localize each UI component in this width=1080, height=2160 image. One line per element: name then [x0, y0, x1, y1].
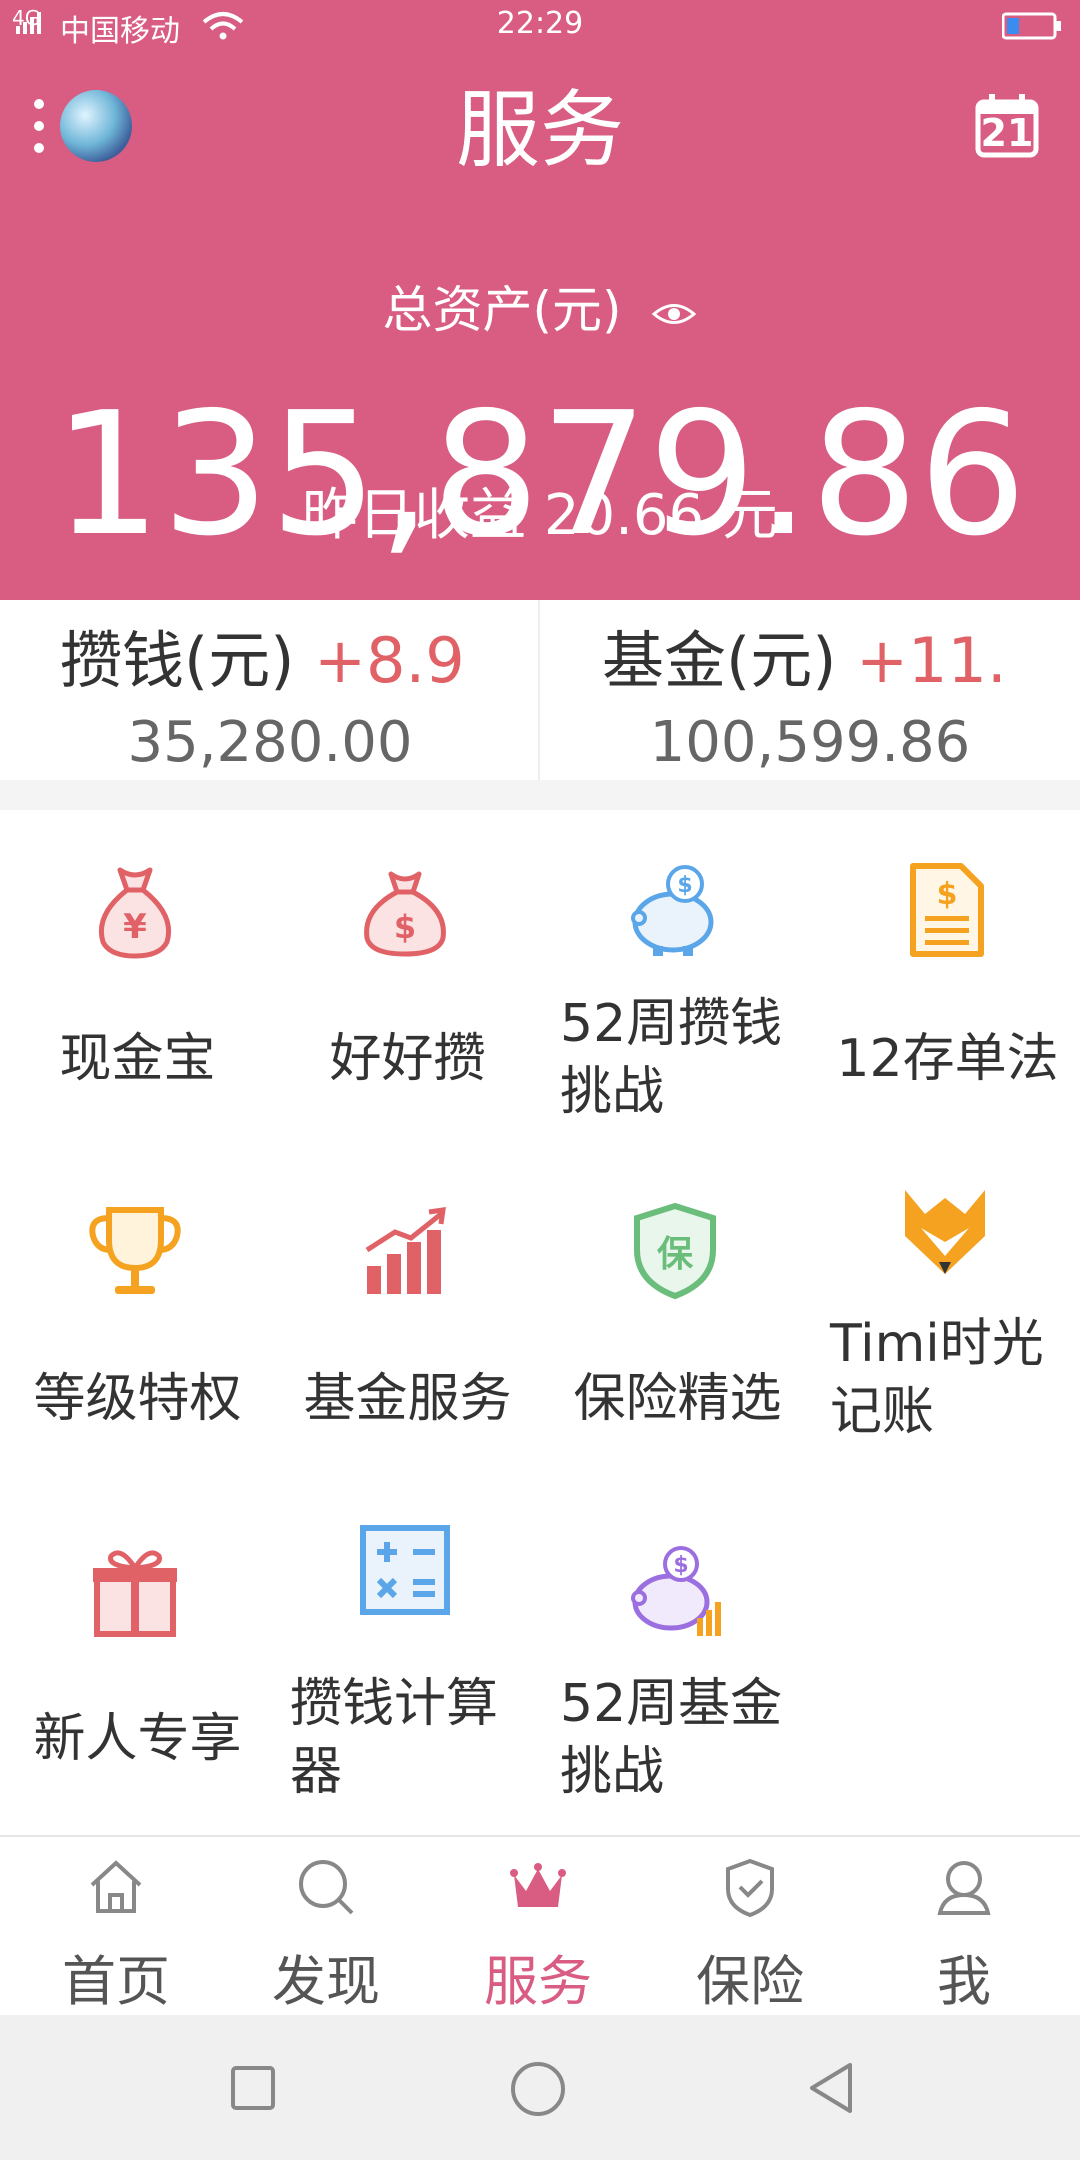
- user-icon: [937, 1861, 991, 1915]
- money-bag-yen-icon: ¥: [98, 867, 172, 959]
- total-assets-label-text: 总资产(元): [382, 281, 622, 339]
- service-label: 现金宝: [59, 1029, 216, 1089]
- tab-label: 首页: [62, 1950, 170, 2013]
- savings-label-row: 攒钱(元) +8.9: [60, 610, 465, 700]
- fund-summary[interactable]: 基金(元) +11. 100,599.86: [540, 600, 1080, 780]
- bottom-tab-bar: 首页 发现 服务 保险 我: [0, 1835, 1080, 2017]
- service-label: 52周基金 挑战: [550, 1670, 810, 1806]
- yesterday-earnings: 昨日收益 20.66 元: [302, 483, 778, 548]
- fox-logo-icon: [905, 1190, 985, 1274]
- tab-label: 保险: [696, 1950, 804, 2013]
- svg-text:$: $: [937, 877, 958, 912]
- service-label: 保险精选: [573, 1369, 782, 1429]
- svg-text:$: $: [677, 873, 692, 898]
- recents-icon[interactable]: [230, 2065, 276, 2111]
- service-label-line1: 攒钱计算: [290, 1674, 499, 1734]
- piggy-chart-icon: $: [631, 1546, 721, 1636]
- service-label: 等级特权: [33, 1369, 242, 1429]
- service-label: 基金服务: [303, 1369, 512, 1429]
- service-52-week-fund-challenge[interactable]: $ 52周基金 挑战: [540, 1490, 810, 1820]
- tab-services[interactable]: 服务: [430, 1837, 646, 2017]
- trophy-icon: [89, 1207, 181, 1294]
- calculator-icon: [360, 1525, 450, 1615]
- service-fund-services[interactable]: 基金服务: [270, 1150, 540, 1480]
- fund-label-row: 基金(元) +11.: [602, 610, 1007, 700]
- service-label: 新人专享: [33, 1709, 242, 1769]
- service-savings-calculator[interactable]: 攒钱计算 器: [270, 1490, 540, 1820]
- service-label: 攒钱计算 器: [280, 1670, 540, 1806]
- service-label: Timi时光 记账: [820, 1310, 1080, 1446]
- savings-delta: +8.9: [314, 624, 465, 697]
- shield-check-icon: [726, 1858, 774, 1917]
- page-title: 服务: [455, 81, 624, 179]
- service-52-week-challenge[interactable]: $ 52周攒钱 挑战: [540, 810, 810, 1140]
- system-nav-bar: [0, 2015, 1080, 2160]
- document-dollar-icon: $: [910, 863, 984, 957]
- tab-discover[interactable]: 发现: [218, 1837, 434, 2017]
- savings-summary[interactable]: 攒钱(元) +8.9 35,280.00: [0, 600, 538, 780]
- back-icon[interactable]: [806, 2061, 856, 2115]
- piggy-bank-icon: $: [631, 865, 714, 956]
- tab-home[interactable]: 首页: [8, 1837, 224, 2017]
- tab-label: 我: [937, 1950, 991, 2013]
- tab-label: 发现: [272, 1950, 380, 2013]
- service-label-line1: 52周攒钱: [560, 994, 783, 1054]
- calendar-day: 21: [980, 111, 1034, 155]
- service-label-line1: Timi时光: [830, 1314, 1044, 1374]
- service-label-line2: 挑战: [560, 1062, 665, 1122]
- service-label-line2: 记账: [830, 1382, 935, 1442]
- svg-text:$: $: [394, 908, 416, 946]
- calendar-icon[interactable]: 21: [975, 92, 1039, 158]
- service-12-deposit[interactable]: $ 12存单法: [810, 810, 1080, 1140]
- service-timi-accounting[interactable]: Timi时光 记账: [810, 1150, 1080, 1480]
- svg-text:保: 保: [657, 1234, 694, 1275]
- gift-icon: [93, 1550, 177, 1637]
- service-good-savings[interactable]: $ 好好攒: [270, 810, 540, 1140]
- service-label: 12存单法: [836, 1029, 1059, 1089]
- header: 4G 中国移动 22:29 服务 21 总资产(元) 135,879.86 昨日…: [0, 0, 1080, 600]
- service-label-line1: 52周基金: [560, 1674, 783, 1734]
- fund-value: 100,599.86: [649, 710, 971, 775]
- clock: 22:29: [496, 6, 584, 41]
- service-level-privileges[interactable]: 等级特权: [0, 1150, 270, 1480]
- tab-me[interactable]: 我: [856, 1837, 1072, 2017]
- eye-icon[interactable]: [651, 299, 697, 329]
- fund-delta: +11.: [856, 624, 1007, 697]
- service-insurance-selection[interactable]: 保 保险精选: [540, 1150, 810, 1480]
- savings-label: 攒钱(元): [60, 624, 295, 697]
- search-icon: [299, 1860, 354, 1915]
- service-grid: ¥ 现金宝 $ 好好攒 $ 52周攒钱 挑战 $ 12存单法 等级特权 基金服务…: [0, 810, 1080, 1835]
- service-label-line2: 挑战: [560, 1742, 665, 1802]
- tab-insurance[interactable]: 保险: [642, 1837, 858, 2017]
- chart-growth-icon: [365, 1207, 446, 1294]
- svg-text:¥: ¥: [123, 907, 147, 947]
- crown-icon: [510, 1863, 566, 1907]
- service-cash-treasure[interactable]: ¥ 现金宝: [0, 810, 270, 1140]
- battery-icon: [1002, 12, 1061, 40]
- insurance-shield-icon: 保: [634, 1202, 716, 1300]
- svg-text:$: $: [673, 1553, 688, 1578]
- asset-summary: 攒钱(元) +8.9 35,280.00 基金(元) +11. 100,599.…: [0, 600, 1080, 780]
- fund-label: 基金(元): [602, 624, 837, 697]
- service-label: 52周攒钱 挑战: [550, 990, 810, 1126]
- home-icon: [90, 1860, 142, 1913]
- service-label-line2: 器: [290, 1742, 343, 1802]
- service-label: 好好攒: [329, 1029, 486, 1089]
- money-bag-dollar-icon: $: [364, 871, 446, 957]
- tab-label: 服务: [484, 1950, 592, 2013]
- savings-value: 35,280.00: [127, 710, 413, 775]
- home-button-icon[interactable]: [510, 2061, 566, 2117]
- service-newcomer-exclusive[interactable]: 新人专享: [0, 1490, 270, 1820]
- total-assets-label: 总资产(元): [0, 270, 1080, 342]
